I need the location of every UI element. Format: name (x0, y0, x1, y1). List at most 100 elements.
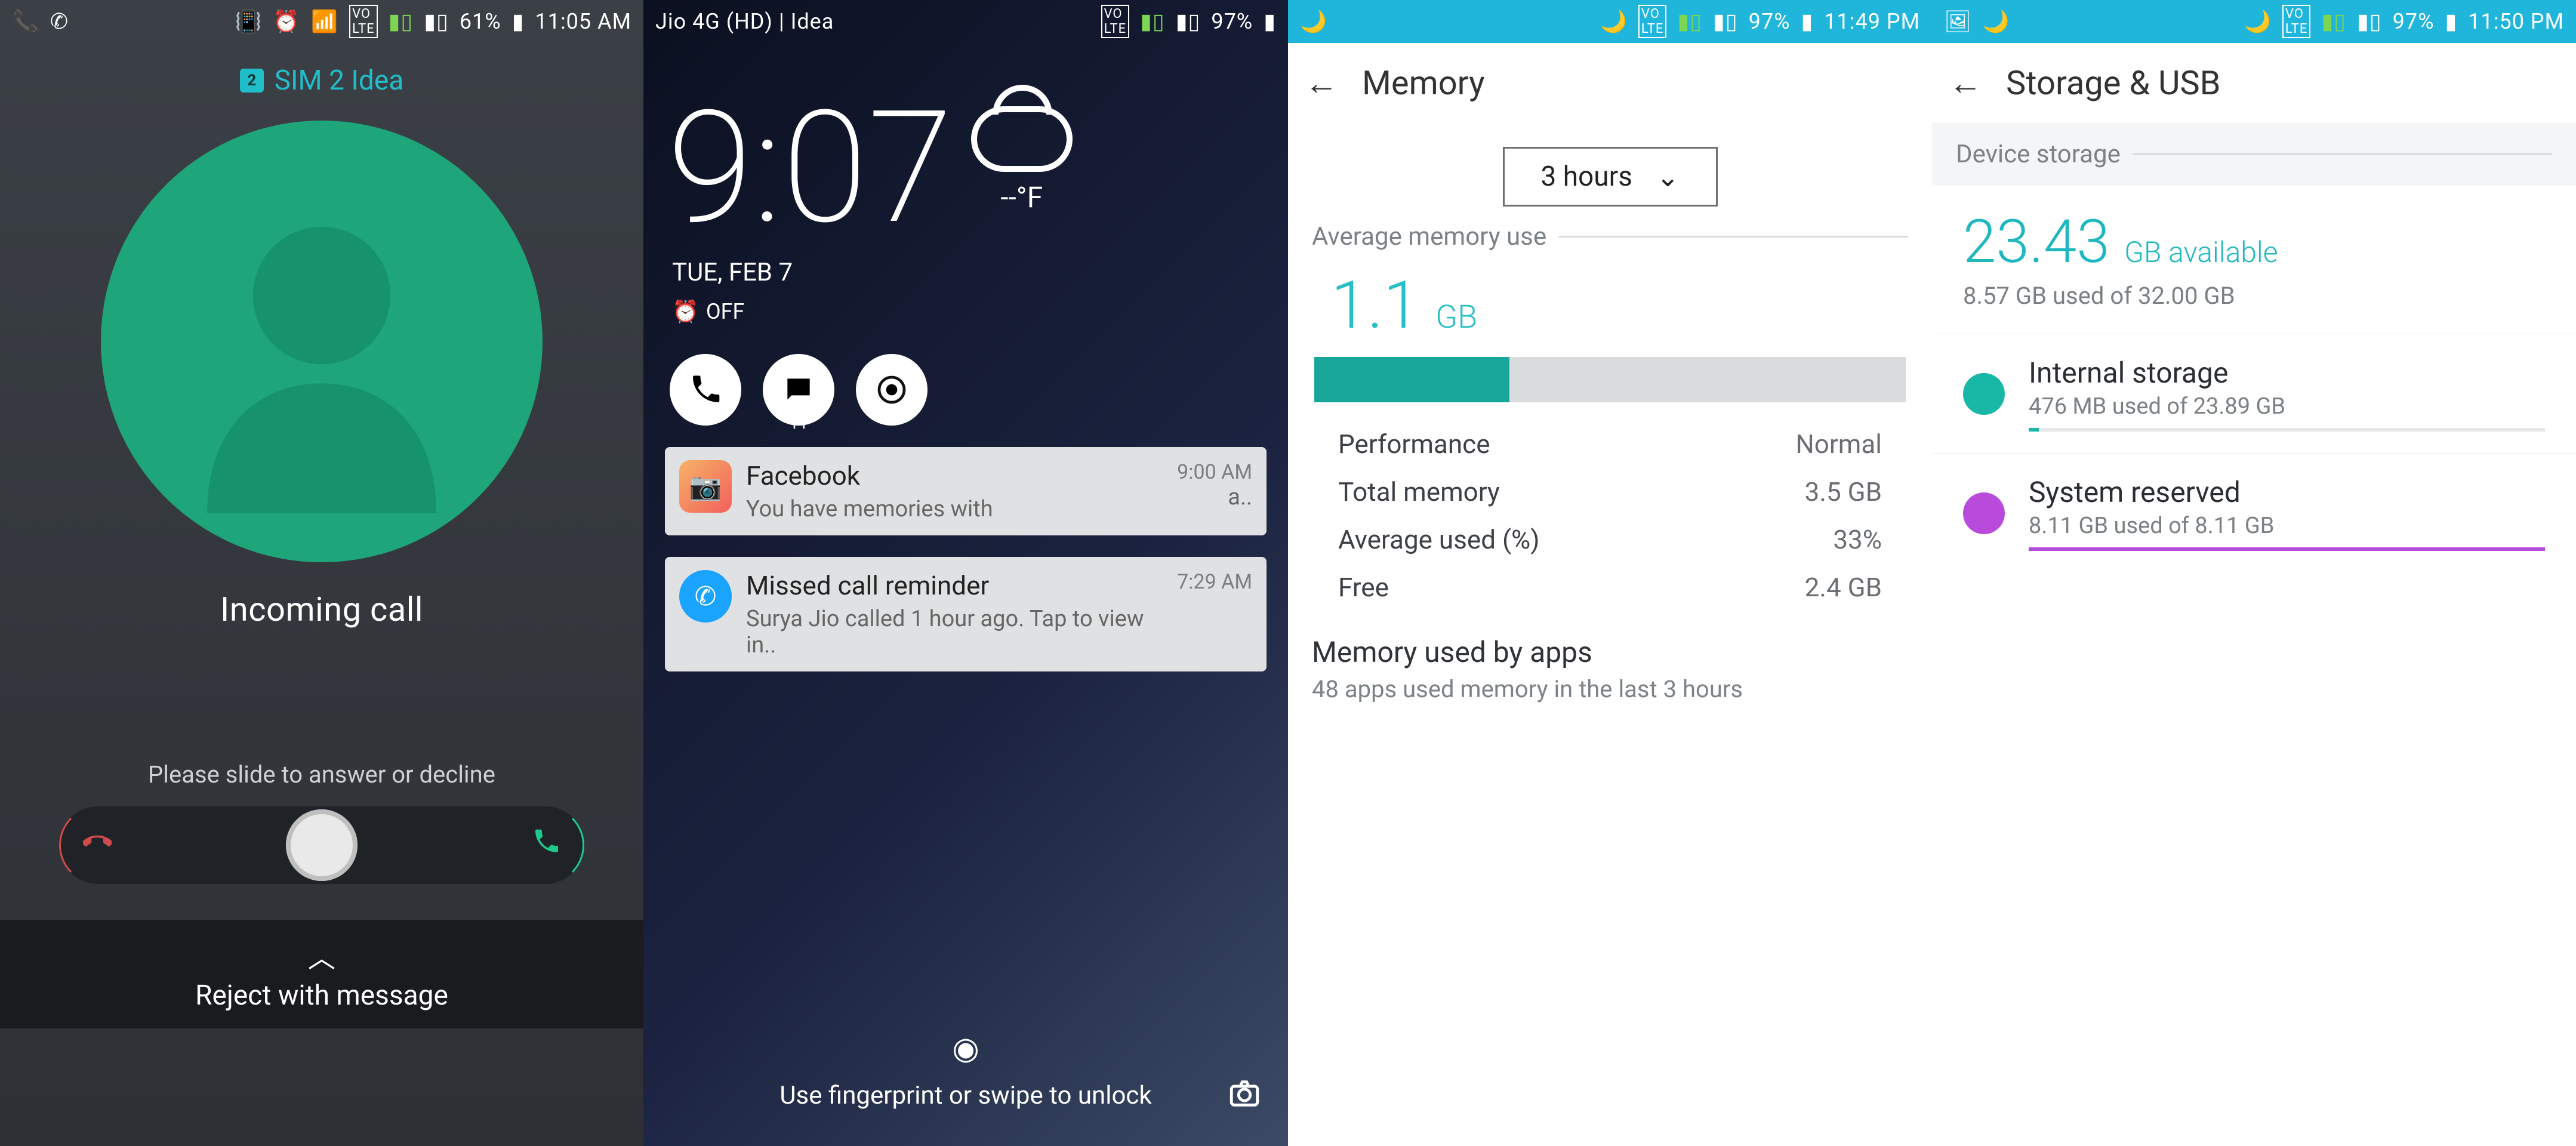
temperature: --°F (1000, 180, 1043, 214)
lockscreen-date: TUE, FEB 7 (672, 258, 793, 287)
battery-percent: 97% (2393, 9, 2435, 34)
storage-row-sub: 8.11 GB used of 8.11 GB (2029, 513, 2545, 539)
apps-title: Memory used by apps (1312, 635, 1908, 669)
battery-percent: 61% (460, 9, 501, 34)
decline-icon[interactable] (83, 827, 112, 863)
volte-icon: VOLTE (2282, 5, 2311, 38)
notif-body: You have memories with (746, 496, 993, 522)
battery-percent: 97% (1211, 9, 1253, 34)
dropdown-value: 3 hours (1540, 161, 1632, 193)
signal-sim2-icon: ▮▯ (1713, 9, 1738, 34)
volte-icon: VOLTE (1638, 5, 1667, 38)
person-icon (131, 150, 513, 532)
image-icon: 🖼 (1944, 9, 1972, 34)
alarm-icon: ⏰ (672, 299, 699, 324)
weather-widget[interactable]: --°F (971, 106, 1073, 214)
clock-text: 11:50 PM (2468, 9, 2564, 34)
volte-icon: VOLTE (349, 5, 378, 38)
signal-sim2-icon: ▮▯ (2357, 9, 2382, 34)
screen-incoming-call: 📞 ✆ 📳 ⏰ 📶 VOLTE ▮▯ ▮▯ 61% ▮ 11:05 AM 2 S… (0, 0, 643, 1146)
divider (2133, 153, 2552, 155)
unlock-text: Use fingerprint or swipe to unlock (779, 1081, 1151, 1110)
answer-slider[interactable] (59, 806, 584, 884)
memory-stat-row: PerformanceNormal (1288, 420, 1932, 468)
slide-hint: Please slide to answer or decline (0, 760, 643, 788)
memory-stat-row: Average used (%) 33% (1288, 516, 1932, 563)
volte-icon: VOLTE (1101, 5, 1130, 38)
stat-value: 3.5 GB (1805, 476, 1882, 507)
back-button[interactable]: ← (1949, 63, 1982, 103)
dnd-icon: 🌙 (1300, 9, 1327, 34)
shortcut-phone[interactable] (670, 354, 741, 426)
whatsapp-icon: ✆ (50, 9, 69, 34)
avail-value: 23.43 (1963, 207, 2110, 277)
caller-name: Incoming call (0, 590, 643, 629)
camera-shortcut[interactable] (1227, 1076, 1262, 1120)
status-bar: 🖼🌙 🌙 VOLTE ▮▯ ▮▯ 97% ▮ 11:50 PM (1932, 0, 2576, 43)
shortcut-messages[interactable]: 11 (763, 354, 834, 426)
camera-icon (1227, 1076, 1262, 1111)
notif-title: Facebook (746, 460, 1163, 491)
battery-percent: 97% (1749, 9, 1791, 34)
stat-key: Average used (%) (1338, 524, 1540, 555)
storage-row-bar (2029, 547, 2545, 551)
avg-memory-value: 1.1 GB (1331, 267, 1932, 344)
dnd-icon: 🌙 (2244, 9, 2272, 34)
storage-row-sub: 476 MB used of 23.89 GB (2029, 393, 2545, 420)
slider-knob[interactable] (286, 809, 358, 881)
battery-icon: ▮ (512, 9, 525, 34)
dnd-icon: 🌙 (1600, 9, 1628, 34)
signal-sim2-icon: ▮▯ (1176, 9, 1201, 34)
storage-row[interactable]: System reserved 8.11 GB used of 8.11 GB (1932, 453, 2576, 572)
chevron-up-icon: ︿ (0, 936, 643, 976)
back-button[interactable]: ← (1305, 63, 1338, 103)
message-icon (782, 373, 815, 406)
fingerprint-icon[interactable]: ◉ (643, 1030, 1288, 1067)
storage-dot-icon (1963, 492, 2005, 534)
sim-badge: 2 (240, 69, 264, 93)
phone-active-icon: 📞 (12, 9, 39, 34)
storage-row-title: Internal storage (2029, 356, 2545, 390)
vibrate-icon: 📳 (235, 9, 263, 34)
reject-with-message[interactable]: ︿ Reject with message (0, 920, 643, 1028)
alarm-icon: ⏰ (273, 9, 300, 34)
stat-key: Performance (1338, 429, 1490, 460)
shortcut-chrome[interactable] (856, 354, 928, 426)
screen-lockscreen: Jio 4G (HD) | Idea VOLTE ▮▯ ▮▯ 97% ▮ 9:0… (643, 0, 1288, 1146)
answer-icon[interactable] (532, 827, 560, 863)
storage-summary[interactable]: 23.43 GB available 8.57 GB used of 32.00… (1932, 186, 2576, 334)
signal-sim1-icon: ▮▯ (1140, 9, 1165, 34)
memory-stat-row: Free 2.4 GB (1288, 563, 1932, 611)
notification-facebook[interactable]: 📷 Facebook You have memories with 9:00 A… (665, 447, 1267, 535)
reject-label: Reject with message (195, 979, 448, 1012)
clock-text: 11:49 PM (1824, 9, 1920, 34)
section-device-storage: Device storage (1956, 140, 2121, 169)
app-bar: ← Memory (1288, 43, 1932, 123)
facebook-icon: 📷 (679, 460, 732, 513)
battery-icon: ▮ (1801, 9, 1813, 34)
memory-used-by-apps[interactable]: Memory used by apps 48 apps used memory … (1288, 611, 1932, 703)
memory-bar (1314, 357, 1906, 402)
page-title: Storage & USB (2006, 63, 2221, 103)
stat-key: Free (1338, 572, 1389, 603)
storage-row[interactable]: Internal storage 476 MB used of 23.89 GB (1932, 334, 2576, 453)
memory-bar-fill (1314, 357, 1509, 402)
stat-key: Total memory (1338, 476, 1500, 507)
stat-value: 33% (1833, 524, 1882, 555)
storage-row-title: System reserved (2029, 475, 2545, 509)
chevron-down-icon: ⌄ (1656, 161, 1680, 193)
section-avg-header: Average memory use (1312, 222, 1546, 251)
time-range-dropdown[interactable]: 3 hours ⌄ (1503, 147, 1718, 207)
notif-time: 7:29 AM (1177, 570, 1252, 594)
notification-missed-call[interactable]: ✆ Missed call reminder Surya Jio called … (665, 557, 1267, 671)
storage-dot-icon (1963, 373, 2005, 415)
message-badge: 11 (789, 413, 808, 433)
apps-sub: 48 apps used memory in the last 3 hours (1312, 675, 1908, 703)
chrome-icon (875, 373, 908, 406)
caller-avatar (0, 121, 643, 562)
unlock-hint: ◉ Use fingerprint or swipe to unlock (643, 1030, 1288, 1110)
signal-sim1-icon: ▮▯ (389, 9, 414, 34)
status-bar: 🌙 🌙 VOLTE ▮▯ ▮▯ 97% ▮ 11:49 PM (1288, 0, 1932, 43)
alarm-state: OFF (706, 299, 745, 324)
stat-value: 2.4 GB (1805, 572, 1882, 603)
